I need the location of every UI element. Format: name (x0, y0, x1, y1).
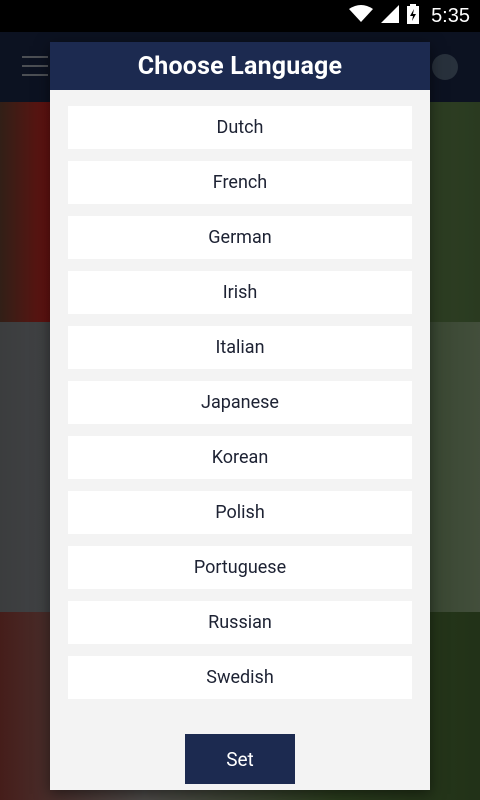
language-option[interactable]: Swedish (68, 656, 412, 699)
language-option[interactable]: German (68, 216, 412, 259)
language-option[interactable]: French (68, 161, 412, 204)
language-dialog: Choose Language Dutch French German Iris… (50, 42, 430, 790)
language-option[interactable]: Russian (68, 601, 412, 644)
status-bar: 5:35 (0, 0, 480, 32)
language-option[interactable]: Korean (68, 436, 412, 479)
language-option[interactable]: Portuguese (68, 546, 412, 589)
language-option[interactable]: Irish (68, 271, 412, 314)
language-option[interactable]: Dutch (68, 106, 412, 149)
language-option[interactable]: Polish (68, 491, 412, 534)
language-list[interactable]: Dutch French German Irish Italian Japane… (68, 106, 412, 710)
signal-icon (381, 4, 400, 28)
dialog-title: Choose Language (50, 42, 430, 90)
language-option[interactable]: Japanese (68, 381, 412, 424)
battery-icon (407, 3, 420, 29)
set-button[interactable]: Set (185, 734, 295, 784)
status-time: 5:35 (431, 4, 470, 27)
wifi-icon (349, 4, 374, 28)
language-option[interactable]: Italian (68, 326, 412, 369)
